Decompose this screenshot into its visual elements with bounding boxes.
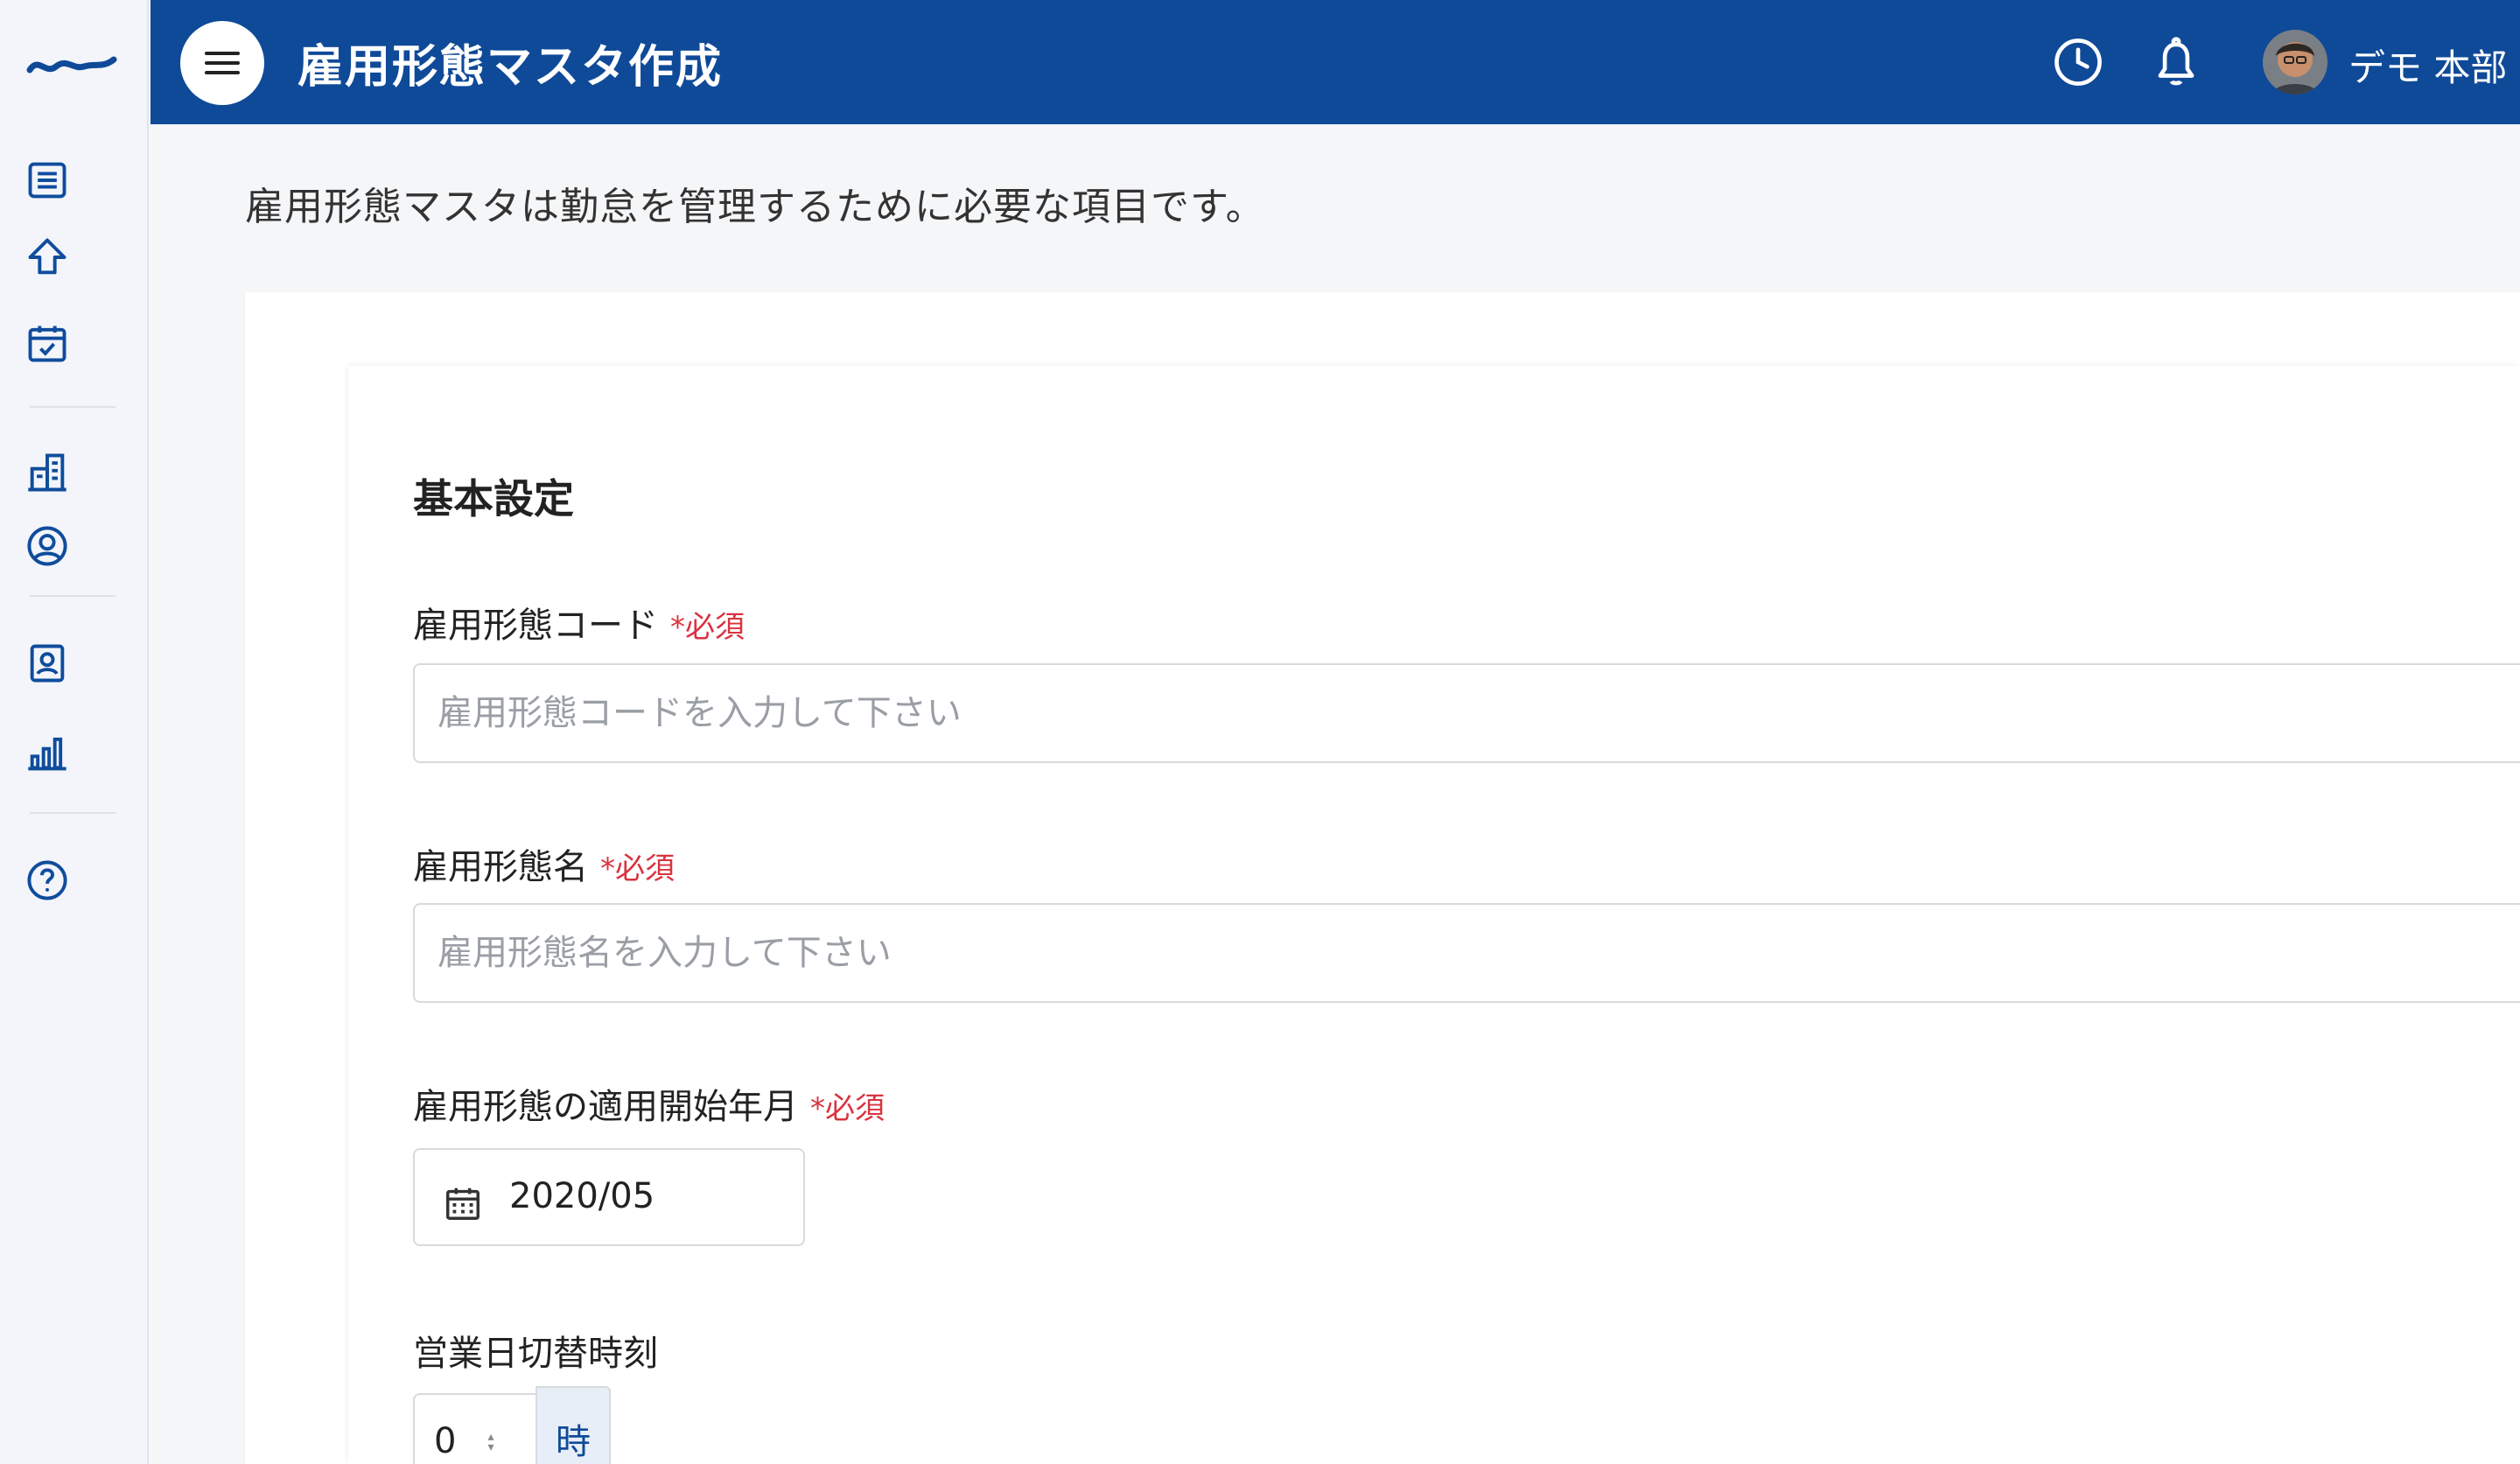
stepper-icon[interactable]: ▴ ▾ (485, 1431, 497, 1453)
menu-button[interactable] (180, 21, 264, 105)
required-mark: *必須 (600, 851, 675, 886)
sidebar-divider (30, 595, 116, 597)
page-title: 雇用形態マスタ作成 (298, 41, 724, 94)
hour-unit-addon: 時 (536, 1386, 611, 1464)
switch-time-label: 営業日切替時刻 (413, 1325, 658, 1376)
clock-icon[interactable] (2051, 35, 2105, 89)
required-mark: *必須 (670, 610, 745, 645)
top-bar: 雇用形態マスタ作成 デモ 本部 (150, 0, 2520, 124)
avatar[interactable] (2263, 30, 2328, 95)
switch-hour-value: 0 (434, 1421, 457, 1461)
home-icon[interactable] (24, 235, 70, 280)
id-card-icon[interactable] (24, 641, 70, 686)
list-icon[interactable] (24, 158, 70, 203)
switch-hour-input[interactable]: 0 ▴ ▾ (413, 1393, 536, 1464)
name-input[interactable] (413, 903, 2520, 1003)
user-circle-icon[interactable] (24, 523, 70, 569)
section-title: 基本設定 (413, 475, 574, 522)
switch-time-label-text: 営業日切替時刻 (413, 1334, 658, 1374)
sidebar (0, 0, 149, 1464)
start-date-label-text: 雇用形態の適用開始年月 (413, 1087, 798, 1127)
name-label-text: 雇用形態名 (413, 847, 588, 887)
required-mark: *必須 (810, 1091, 885, 1126)
code-label: 雇用形態コード *必須 (413, 597, 745, 648)
start-date-value: 2020/05 (509, 1176, 655, 1216)
start-date-picker[interactable]: 2020/05 (413, 1148, 805, 1246)
bell-icon[interactable] (2149, 35, 2203, 89)
hamburger-icon (205, 52, 240, 74)
logo[interactable] (26, 44, 117, 82)
calendar-icon (446, 1187, 480, 1220)
sidebar-divider (30, 812, 116, 814)
user-name[interactable]: デモ 本部 (2348, 39, 2507, 92)
start-date-label: 雇用形態の適用開始年月 *必須 (413, 1078, 885, 1129)
help-icon[interactable] (24, 858, 70, 903)
calendar-check-icon[interactable] (24, 320, 70, 366)
bar-chart-icon[interactable] (24, 730, 70, 775)
code-label-text: 雇用形態コード (413, 606, 658, 646)
name-label: 雇用形態名 *必須 (413, 838, 675, 889)
building-icon[interactable] (24, 450, 70, 495)
sidebar-divider (30, 406, 116, 408)
intro-text: 雇用形態マスタは勤怠を管理するために必要な項目です。 (245, 185, 1265, 229)
code-input[interactable] (413, 663, 2520, 763)
